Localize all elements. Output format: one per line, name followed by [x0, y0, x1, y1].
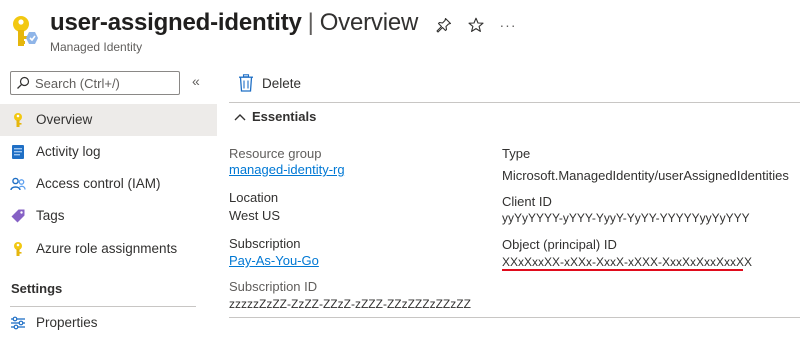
search-icon: [17, 76, 30, 89]
sidebar-item-access-control[interactable]: Access control (IAM): [0, 168, 217, 200]
divider: [229, 317, 800, 318]
title-separator: |: [307, 9, 314, 36]
sidebar-item-label: Activity log: [36, 144, 101, 159]
sidebar-item-overview[interactable]: Overview: [0, 104, 217, 136]
page-title: user-assigned-identity | Overview: [50, 9, 418, 37]
resource-name: user-assigned-identity: [50, 9, 302, 36]
sliders-icon: [10, 315, 26, 331]
subscription-id-value: zzzzzZzZZ-ZzZZ-ZZzZ-zZZZ-ZZzZZZzZZzZZ: [229, 297, 471, 311]
managed-identity-icon: [8, 14, 40, 50]
client-id-label: Client ID: [502, 194, 552, 209]
trash-icon: [239, 74, 253, 92]
object-id-value: XXxXxxXX-xXXx-XxxX-xXXX-XxxXxXxxXxxXX: [502, 255, 753, 269]
location-value: West US: [229, 208, 281, 223]
sidebar-item-activity-log[interactable]: Activity log: [0, 136, 217, 168]
subscription-id-label: Subscription ID: [229, 279, 318, 294]
key-icon: [10, 112, 26, 128]
sidebar-item-label: Overview: [36, 112, 93, 127]
subscription-label: Subscription: [229, 236, 301, 251]
client-id-value: yyYyYYYY-yYYY-YyyY-YyYY-YYYYYyyYyYYY: [502, 211, 750, 225]
search-input[interactable]: [35, 74, 175, 92]
divider: [229, 102, 800, 103]
more-options-button[interactable]: ···: [498, 15, 518, 35]
favorite-star-icon[interactable]: [466, 15, 486, 35]
resource-group-link[interactable]: managed-identity-rg: [229, 162, 345, 177]
sidebar-item-label: Tags: [36, 208, 65, 223]
resource-group-label: Resource group: [229, 146, 322, 161]
pin-icon[interactable]: [434, 15, 454, 35]
collapse-sidebar-button[interactable]: «: [192, 73, 200, 89]
settings-section-header: Settings: [11, 281, 63, 296]
sidebar-item-tags[interactable]: Tags: [0, 200, 217, 232]
type-value: Microsoft.ManagedIdentity/userAssignedId…: [502, 168, 789, 183]
location-label: Location: [229, 190, 279, 205]
chevron-up-icon: [234, 114, 246, 121]
object-id-label: Object (principal) ID: [502, 237, 617, 252]
sidebar-item-azure-role-assignments[interactable]: Azure role assignments: [0, 233, 217, 265]
essentials-header: Essentials: [252, 109, 317, 124]
key-icon: [10, 241, 26, 257]
search-box[interactable]: [10, 71, 180, 95]
sidebar-item-label: Properties: [36, 315, 98, 330]
people-icon: [10, 176, 26, 192]
activity-log-icon: [10, 144, 26, 160]
type-label: Type: [502, 146, 531, 161]
subscription-link[interactable]: Pay-As-You-Go: [229, 253, 319, 268]
resource-type-subtitle: Managed Identity: [50, 40, 143, 54]
sidebar-item-properties[interactable]: Properties: [0, 307, 217, 339]
delete-label: Delete: [262, 76, 302, 91]
sidebar-item-label: Access control (IAM): [36, 176, 161, 191]
tag-icon: [10, 208, 26, 224]
sidebar-item-label: Azure role assignments: [36, 241, 178, 256]
section-name: Overview: [319, 9, 419, 36]
highlight-underline: [502, 269, 743, 271]
